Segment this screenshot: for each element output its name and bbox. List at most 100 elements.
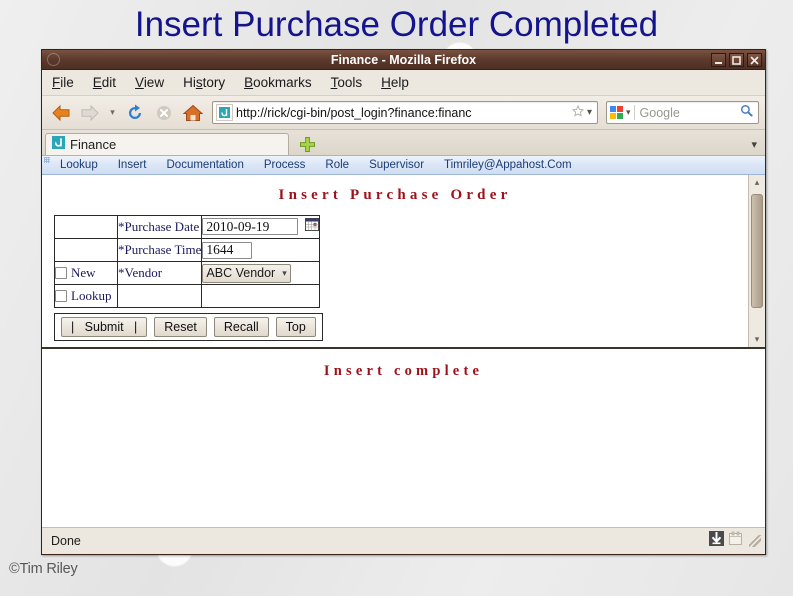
form-frame-body: Insert Purchase Order *Purchase Date 201…	[42, 175, 748, 347]
url-dropdown-chevron-down-icon[interactable]: ▾	[586, 107, 595, 118]
menu-bookmarks[interactable]: Bookmarks	[242, 74, 314, 91]
navigation-toolbar: ▾ http://rick/cgi-bin/post_login?finance…	[42, 96, 765, 130]
history-dropdown-chevron-down-icon[interactable]: ▾	[106, 100, 119, 126]
empty-checkbox-cell	[54, 238, 118, 262]
status-bar-icons	[709, 531, 761, 551]
finance-favicon-icon	[52, 135, 65, 154]
empty-field-cell	[201, 284, 321, 308]
calendar-picker-icon[interactable]	[305, 218, 320, 236]
lookup-checkbox[interactable]	[55, 290, 67, 302]
empty-label-cell	[116, 284, 203, 308]
stop-icon	[151, 100, 177, 126]
page-title: Insert Purchase Order	[278, 187, 512, 203]
purchase-date-cell	[201, 215, 321, 239]
appnav-supervisor[interactable]: Supervisor	[359, 159, 434, 171]
maximize-button[interactable]	[729, 52, 744, 67]
copyright-label: ©Tim Riley	[9, 561, 78, 577]
download-arrow-icon[interactable]	[709, 531, 724, 551]
scrollbar-thumb[interactable]	[751, 194, 763, 308]
menu-bar: File Edit View History Bookmarks Tools H…	[42, 70, 765, 96]
magnifier-icon[interactable]	[740, 104, 756, 122]
appnav-role[interactable]: Role	[315, 159, 359, 171]
site-favicon-icon	[216, 104, 233, 121]
submit-button[interactable]: | Submit |	[61, 317, 148, 337]
lookup-label-text: Lookup	[71, 288, 112, 303]
notes-icon[interactable]	[728, 531, 743, 551]
vendor-select[interactable]: ABC Vendor ▾	[202, 263, 291, 283]
window-titlebar: Finance - Mozilla Firefox	[42, 50, 765, 70]
table-row: New *Vendor ABC Vendor ▾	[54, 261, 321, 285]
star-icon[interactable]	[570, 104, 586, 122]
back-arrow-icon[interactable]	[48, 100, 74, 126]
new-label-text: New	[71, 265, 96, 280]
home-icon[interactable]	[180, 100, 206, 126]
appnav-user-email[interactable]: Timriley@Appahost.Com	[434, 159, 582, 171]
search-input[interactable]: Google	[635, 106, 740, 120]
forward-arrow-icon	[77, 100, 103, 126]
close-button[interactable]	[747, 52, 762, 67]
form-button-row: | Submit | Reset Recall Top	[54, 313, 323, 341]
menu-file[interactable]: File	[50, 74, 76, 91]
lookup-checkbox-cell: Lookup	[54, 284, 118, 308]
top-button[interactable]: Top	[275, 317, 316, 337]
reset-button[interactable]: Reset	[154, 317, 207, 337]
table-row: Lookup	[54, 284, 321, 308]
lookup-checkbox-label[interactable]: Lookup	[55, 288, 117, 304]
menu-edit[interactable]: Edit	[91, 74, 118, 91]
menu-tools[interactable]: Tools	[329, 74, 365, 91]
purchase-date-label: *Purchase Date	[116, 215, 203, 239]
appnav-insert[interactable]: Insert	[108, 159, 157, 171]
resize-grip[interactable]	[749, 535, 761, 547]
purchase-date-input[interactable]	[202, 218, 299, 236]
table-row: *Purchase Date	[54, 215, 321, 239]
tab-finance[interactable]: Finance	[45, 133, 289, 155]
tab-label: Finance	[70, 137, 117, 152]
table-row: *Purchase Time	[54, 238, 321, 262]
status-text: Done	[51, 534, 81, 548]
vendor-select-value: ABC Vendor	[206, 266, 276, 280]
scrollbar-track[interactable]	[749, 190, 765, 332]
recall-button[interactable]: Recall	[213, 317, 269, 337]
menu-view[interactable]: View	[133, 74, 166, 91]
google-icon	[610, 106, 623, 119]
chevron-down-icon: ▾	[282, 267, 287, 278]
form-frame: Insert Purchase Order *Purchase Date 201…	[42, 175, 765, 349]
purchase-order-form-table: *Purchase Date 2010-09-19 *Purchase Time…	[54, 215, 321, 308]
search-engine-selector[interactable]: ▾	[609, 105, 635, 120]
scroll-up-arrow-icon[interactable]: ▴	[749, 175, 765, 190]
purchase-time-label: *Purchase Time	[116, 238, 203, 262]
vendor-label: *Vendor	[116, 261, 203, 285]
window-title: Finance - Mozilla Firefox	[330, 52, 477, 67]
slide-title: Insert Purchase Order Completed	[134, 5, 659, 44]
tab-list-chevron-down-icon[interactable]: ▾	[751, 138, 757, 155]
status-bar: Done	[42, 527, 765, 554]
url-text[interactable]: http://rick/cgi-bin/post_login?finance:f…	[236, 106, 570, 120]
minimize-button[interactable]	[711, 52, 726, 67]
vendor-cell: ABC Vendor ▾	[201, 261, 321, 285]
scroll-down-arrow-icon[interactable]: ▾	[749, 332, 765, 347]
reload-icon[interactable]	[122, 100, 148, 126]
purchase-time-cell	[201, 238, 321, 262]
new-checkbox-label[interactable]: New	[55, 265, 117, 281]
search-box[interactable]: ▾ Google	[606, 101, 759, 124]
page-viewport: Lookup Insert Documentation Process Role…	[42, 156, 765, 527]
menu-history[interactable]: History	[181, 74, 227, 91]
empty-checkbox-cell	[54, 215, 118, 239]
window-controls	[711, 52, 762, 67]
result-frame: Insert complete	[42, 349, 765, 527]
form-frame-scrollbar[interactable]: ▴ ▾	[748, 175, 765, 347]
menu-help[interactable]: Help	[379, 74, 411, 91]
new-checkbox-cell: New	[54, 261, 118, 285]
result-message: Insert complete	[323, 363, 484, 379]
purchase-time-input[interactable]	[202, 241, 253, 259]
search-engine-chevron-down-icon[interactable]: ▾	[626, 107, 631, 118]
tab-strip: Finance ▾	[42, 130, 765, 156]
window-app-icon	[47, 53, 60, 66]
appnav-documentation[interactable]: Documentation	[157, 159, 254, 171]
new-checkbox[interactable]	[55, 267, 67, 279]
app-navigation-bar: Lookup Insert Documentation Process Role…	[42, 156, 765, 175]
appnav-process[interactable]: Process	[254, 159, 316, 171]
new-tab-plus-icon[interactable]	[295, 134, 319, 155]
url-bar[interactable]: http://rick/cgi-bin/post_login?finance:f…	[212, 101, 598, 124]
appnav-lookup[interactable]: Lookup	[50, 159, 108, 171]
